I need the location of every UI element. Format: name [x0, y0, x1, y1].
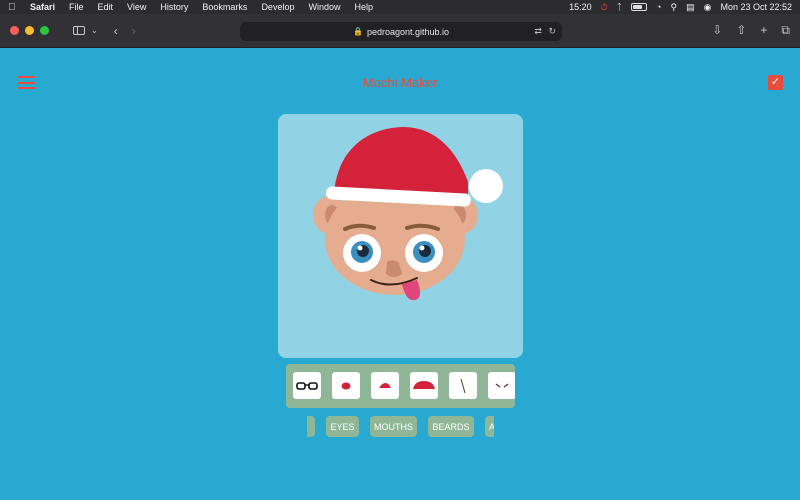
reload-icon[interactable]: ↻	[548, 26, 556, 36]
red-cap-icon	[413, 380, 435, 391]
new-tab-icon[interactable]: +	[760, 23, 767, 38]
item-picker	[286, 364, 515, 408]
web-page: Mochi Maker ✓ EYES MOUTHS BEARDS A	[0, 48, 800, 500]
url-text: pedroagont.github.io	[366, 26, 450, 37]
siri-icon[interactable]: ◉	[704, 2, 712, 13]
tab-eyes[interactable]: EYES	[326, 416, 359, 437]
menu-edit[interactable]: Edit	[98, 2, 114, 12]
menu-window[interactable]: Window	[308, 2, 340, 12]
avatar-canvas	[278, 114, 523, 358]
category-tabs: S EYES MOUTHS BEARDS A	[307, 416, 494, 438]
menu-history[interactable]: History	[160, 2, 188, 12]
menu-view[interactable]: View	[127, 2, 146, 12]
menu-datetime[interactable]: Mon 23 Oct 22:52	[720, 2, 792, 12]
window-controls	[10, 26, 49, 35]
tab-group-chevron-icon[interactable]: ⌄	[91, 26, 98, 35]
fullscreen-window-button[interactable]	[40, 26, 49, 35]
back-icon[interactable]: ‹	[114, 24, 118, 38]
address-bar[interactable]: 🔒 pedroagont.github.io ⇄ ↻	[240, 22, 562, 41]
sidebar-toggle-icon[interactable]	[73, 26, 85, 35]
tab-overview-icon[interactable]: ⧉	[781, 23, 790, 38]
browser-toolbar: ⌄ ‹ › 🔒 pedroagont.github.io ⇄ ↻ ⇩ ⇧ + ⧉	[0, 14, 800, 48]
picker-item-glasses[interactable]	[293, 372, 321, 399]
close-window-button[interactable]	[10, 26, 19, 35]
menu-file[interactable]: File	[69, 2, 84, 12]
tab-mouths[interactable]: MOUTHS	[370, 416, 417, 437]
tab-beards[interactable]: BEARDS	[428, 416, 474, 437]
checkmark-icon[interactable]: ✓	[768, 75, 783, 90]
minimize-window-button[interactable]	[25, 26, 34, 35]
picker-item-scar[interactable]	[449, 372, 477, 399]
spotlight-search-icon[interactable]: ⚲	[670, 2, 677, 13]
picker-item-red-nose[interactable]	[332, 372, 360, 399]
share-icon[interactable]: ⇧	[736, 23, 746, 38]
battery-icon[interactable]	[631, 3, 648, 11]
app-title: Mochi Maker	[362, 75, 438, 90]
bluetooth-icon[interactable]: ᛏ	[617, 2, 622, 12]
brows-icon	[495, 382, 509, 388]
translate-icon[interactable]: ⇄	[534, 26, 542, 36]
timer-icon[interactable]: ⏱	[601, 2, 608, 13]
menu-clock-short[interactable]: 15:20	[569, 2, 592, 12]
forward-icon[interactable]: ›	[132, 24, 136, 38]
picker-item-santa-hat[interactable]	[371, 372, 399, 399]
apple-icon[interactable]: 	[8, 2, 18, 13]
picker-item-brows[interactable]	[488, 372, 515, 399]
lock-icon: 🔒	[352, 27, 363, 36]
hat-pompom	[469, 169, 503, 203]
red-nose-icon	[341, 382, 351, 389]
santa-hat	[334, 127, 468, 198]
downloads-icon[interactable]: ⇩	[712, 23, 722, 38]
menu-app-safari[interactable]: Safari	[30, 2, 55, 12]
scar-icon	[460, 378, 466, 393]
menu-help[interactable]: Help	[354, 2, 373, 12]
mochi-avatar	[313, 127, 503, 301]
santa-hat-icon	[379, 382, 391, 389]
control-center-icon[interactable]: ▤	[686, 2, 695, 13]
tab-category-partial-right[interactable]: A	[485, 416, 494, 437]
picker-item-red-cap[interactable]	[410, 372, 438, 399]
wifi-icon[interactable]: ◔	[656, 2, 661, 12]
menu-bookmarks[interactable]: Bookmarks	[202, 2, 247, 12]
glasses-icon	[296, 381, 318, 390]
macos-menu-bar:  Safari File Edit View History Bookmark…	[0, 0, 800, 14]
menu-develop[interactable]: Develop	[261, 2, 294, 12]
tab-category-partial-left[interactable]: S	[307, 416, 315, 437]
